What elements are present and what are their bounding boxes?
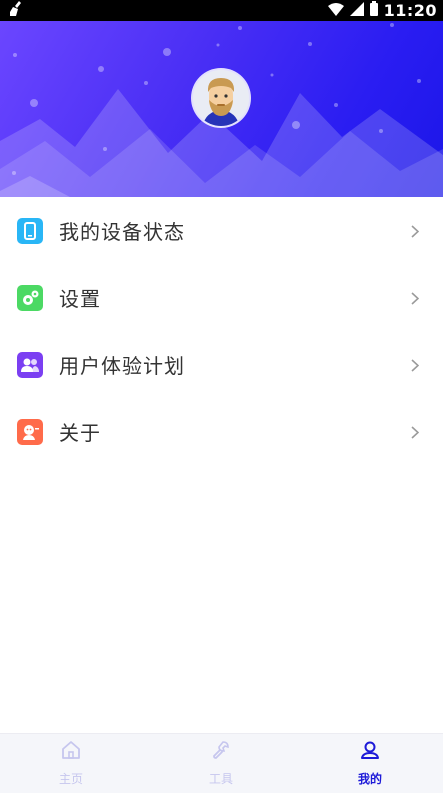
home-icon [61, 740, 81, 764]
menu-item-settings[interactable]: 设置 [0, 264, 443, 331]
wifi-icon [327, 1, 344, 20]
menu-item-about[interactable]: 关于 [0, 398, 443, 465]
tab-home[interactable]: 主页 [31, 740, 111, 787]
tab-label: 主页 [58, 772, 83, 786]
menu-item-label: 关于 [59, 421, 101, 445]
user-icon [360, 740, 380, 764]
menu-item-label: 我的设备状态 [59, 220, 185, 244]
broom-icon [8, 0, 26, 22]
bottom-tab-bar: 主页 工具 我的 [0, 733, 443, 793]
profile-header [0, 21, 443, 197]
settings-menu: 我的设备状态 设置 用户体验计划 关于 [0, 197, 443, 465]
menu-item-user-experience[interactable]: 用户体验计划 [0, 331, 443, 398]
tab-label: 工具 [208, 772, 233, 786]
status-time: 11:20 [383, 1, 437, 20]
signal-icon [349, 1, 364, 20]
phone-icon [17, 217, 43, 244]
users-icon [17, 351, 43, 378]
menu-item-label: 设置 [59, 287, 101, 311]
chevron-right-icon [411, 223, 420, 242]
tab-tools[interactable]: 工具 [181, 740, 261, 787]
chevron-right-icon [411, 357, 420, 376]
gear-icon [17, 284, 43, 311]
chevron-right-icon [411, 424, 420, 443]
menu-item-device-status[interactable]: 我的设备状态 [0, 197, 443, 264]
battery-icon [369, 1, 378, 20]
status-bar: 11:20 [0, 0, 443, 21]
wrench-icon [211, 740, 231, 764]
menu-item-label: 用户体验计划 [59, 354, 185, 378]
avatar[interactable] [193, 70, 249, 126]
tab-mine[interactable]: 我的 [330, 740, 410, 787]
tab-label: 我的 [357, 772, 382, 786]
about-icon [17, 418, 43, 445]
bearded-man-avatar-icon [193, 70, 249, 126]
chevron-right-icon [411, 290, 420, 309]
